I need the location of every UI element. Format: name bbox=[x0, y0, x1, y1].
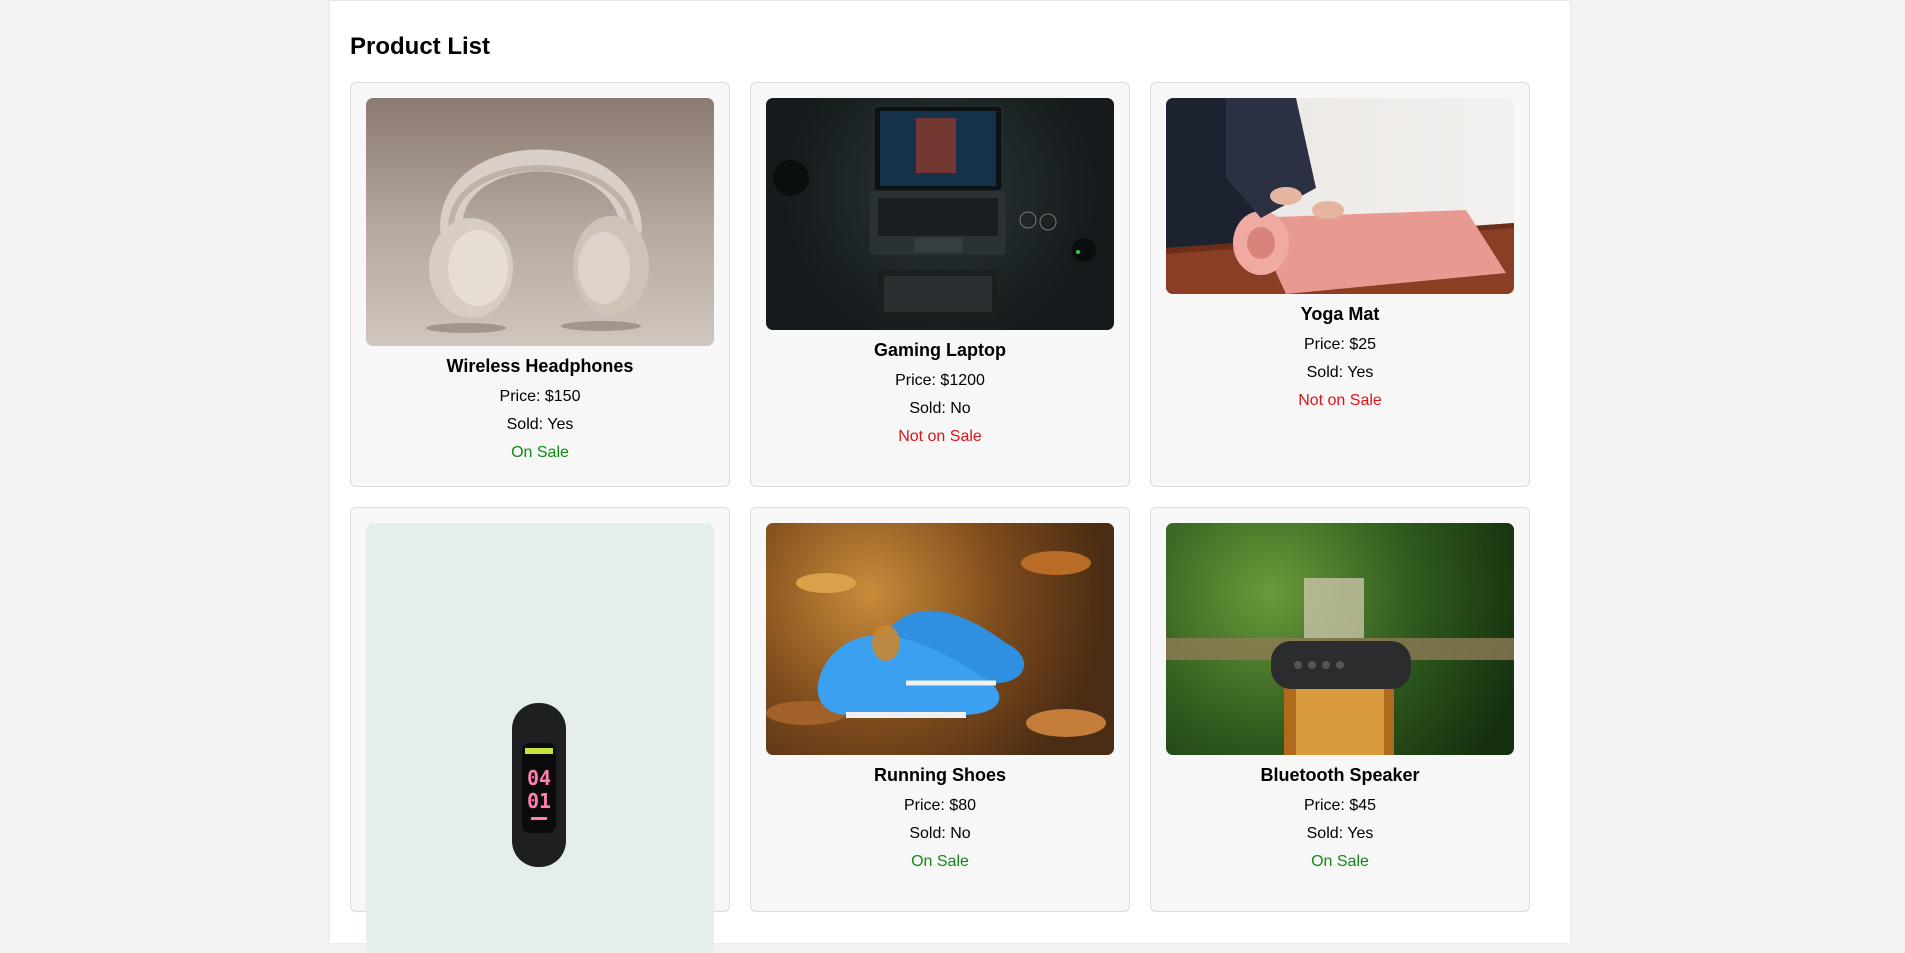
product-card-fitness-band[interactable]: 04 01 bbox=[350, 507, 730, 953]
speaker-image bbox=[1166, 523, 1514, 755]
product-list-page: Product List Wireless Headphones Price: … bbox=[330, 0, 1570, 953]
sale-status: On Sale bbox=[911, 853, 969, 870]
product-sold: Sold: Yes bbox=[1306, 364, 1374, 381]
product-name: Bluetooth Speaker bbox=[1260, 765, 1420, 785]
sale-status: On Sale bbox=[1311, 853, 1369, 870]
product-price: Price: $25 bbox=[1303, 336, 1377, 353]
svg-text:04: 04 bbox=[527, 766, 551, 790]
product-sold: Sold: No bbox=[909, 825, 971, 842]
product-card-bluetooth-speaker[interactable]: Bluetooth Speaker Price: $45 Sold: Yes O… bbox=[1150, 507, 1530, 912]
product-name: Yoga Mat bbox=[1300, 304, 1380, 324]
product-name: Wireless Headphones bbox=[446, 356, 634, 376]
product-name: Gaming Laptop bbox=[874, 340, 1006, 360]
product-card-running-shoes[interactable]: Running Shoes Price: $80 Sold: No On Sal… bbox=[750, 507, 1130, 912]
fitness-band-image: 04 01 bbox=[366, 523, 714, 953]
product-price: Price: $45 bbox=[1303, 797, 1377, 814]
product-sold: Sold: No bbox=[909, 400, 971, 417]
product-name: Running Shoes bbox=[874, 765, 1006, 785]
product-card-yoga-mat[interactable]: Yoga Mat Price: $25 Sold: Yes Not on Sal… bbox=[1150, 82, 1530, 487]
headphones-image bbox=[366, 98, 714, 346]
product-sold: Sold: Yes bbox=[1306, 825, 1374, 842]
product-card-gaming-laptop[interactable]: Gaming Laptop Price: $1200 Sold: No Not … bbox=[750, 82, 1130, 487]
product-price: Price: $1200 bbox=[895, 372, 985, 389]
svg-text:01: 01 bbox=[527, 789, 551, 813]
page-title: Product List bbox=[350, 33, 491, 60]
product-price: Price: $150 bbox=[499, 388, 581, 405]
product-grid: Wireless Headphones Price: $150 Sold: Ye… bbox=[350, 82, 1530, 953]
sale-status: Not on Sale bbox=[898, 428, 982, 445]
sale-status: Not on Sale bbox=[1298, 392, 1382, 409]
product-price: Price: $80 bbox=[903, 797, 977, 814]
yoga-mat-image bbox=[1166, 98, 1514, 294]
product-card-wireless-headphones[interactable]: Wireless Headphones Price: $150 Sold: Ye… bbox=[350, 82, 730, 487]
laptop-image bbox=[766, 98, 1114, 330]
sale-status: On Sale bbox=[511, 444, 569, 461]
product-sold: Sold: Yes bbox=[506, 416, 574, 433]
running-shoes-image bbox=[766, 523, 1114, 755]
